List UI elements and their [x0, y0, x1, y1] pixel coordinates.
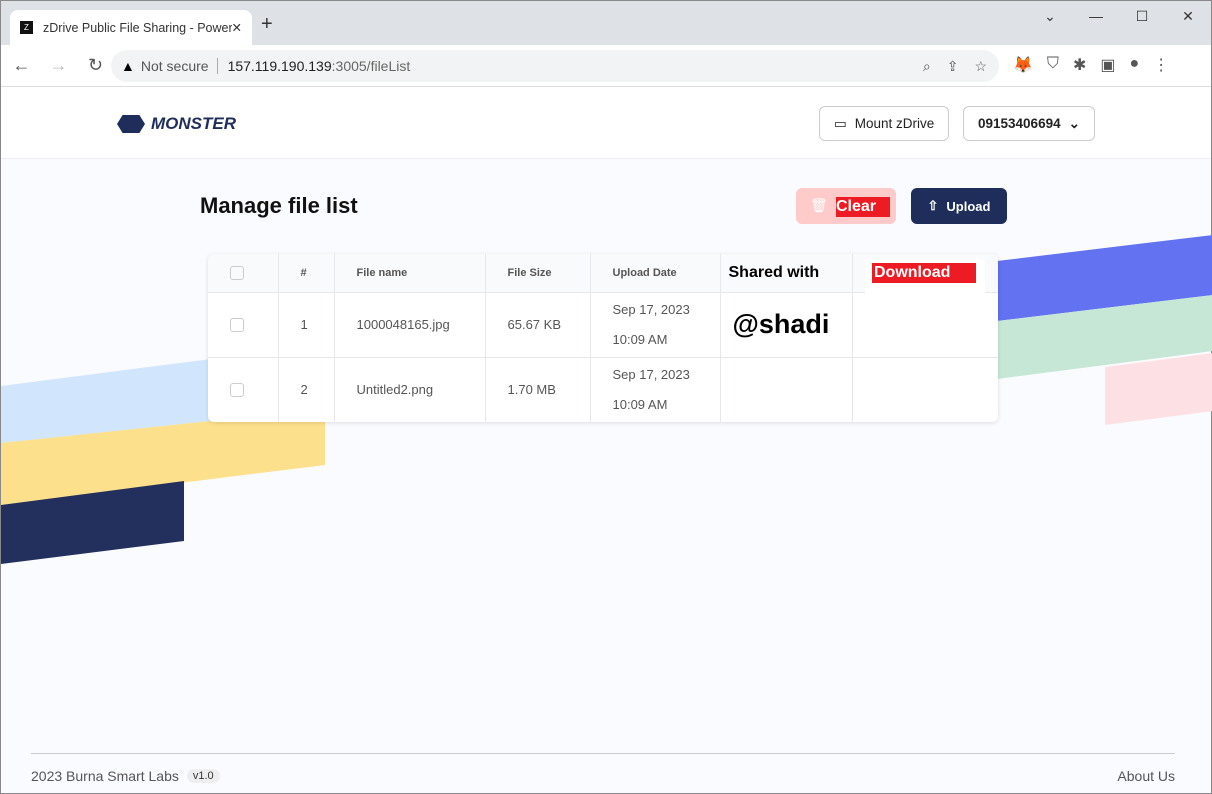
security-label: Not secure	[141, 58, 218, 74]
page-title: Manage file list	[200, 193, 358, 218]
col-number: #	[278, 254, 335, 293]
forward-icon[interactable]: →	[42, 55, 75, 76]
reload-icon[interactable]: ↻	[79, 55, 112, 76]
menu-icon[interactable]: ⋮	[1153, 55, 1169, 75]
table-row[interactable]: 2 Untitled2.png 1.70 MB Sep 17, 2023 10:0…	[208, 357, 998, 422]
row-checkbox[interactable]	[230, 318, 244, 333]
row-number: 1	[278, 292, 335, 358]
col-shared-with: Shared with	[720, 254, 853, 293]
back-icon[interactable]: ←	[5, 55, 38, 76]
tab-search-icon[interactable]: ⌄	[1027, 1, 1073, 31]
version-badge: v1.0	[186, 769, 220, 783]
bookmark-star-icon[interactable]: ☆	[974, 58, 987, 75]
tab-title: zDrive Public File Sharing - Powered	[43, 20, 232, 35]
account-label: 09153406694	[978, 116, 1061, 131]
zoom-icon[interactable]: ⌕	[923, 58, 931, 75]
select-all-checkbox[interactable]	[230, 265, 244, 280]
minimize-icon[interactable]: —	[1073, 1, 1119, 31]
warning-icon: ▲	[121, 58, 135, 74]
upload-icon: ⇧	[927, 198, 939, 213]
shield-extension-icon[interactable]: ⛉	[1047, 55, 1059, 75]
file-size: 1.70 MB	[485, 357, 591, 422]
upload-date: Sep 17, 2023	[612, 366, 690, 382]
logo-icon	[117, 115, 145, 133]
favicon: Z	[20, 21, 33, 34]
clear-label: Clear	[836, 197, 891, 217]
col-file-name[interactable]: File name	[334, 254, 486, 293]
browser-tab[interactable]: Z zDrive Public File Sharing - Powered ✕	[10, 10, 252, 45]
upload-date: Sep 17, 2023	[612, 301, 690, 317]
trash-icon: 🗑	[810, 197, 828, 213]
metamask-icon[interactable]: 🦊	[1013, 55, 1033, 75]
drive-icon: ▭	[834, 115, 847, 131]
footer: 2023 Burna Smart Labs v1.0 About Us	[31, 753, 1175, 784]
copyright: 2023 Burna Smart Labs	[31, 768, 179, 784]
side-panel-icon[interactable]: ▣	[1100, 55, 1115, 75]
close-window-icon[interactable]: ✕	[1165, 1, 1211, 31]
url-path: :3005/fileList	[331, 58, 411, 74]
mount-zdrive-button[interactable]: ▭ Mount zDrive	[819, 106, 950, 141]
address-bar: ← → ↻ ▲ Not secure 157.119.190.139:3005/…	[1, 45, 1211, 87]
maximize-icon[interactable]: ☐	[1119, 1, 1165, 31]
url-input[interactable]: ▲ Not secure 157.119.190.139:3005/fileLi…	[111, 50, 999, 82]
profile-avatar[interactable]: ●	[1129, 55, 1139, 75]
download-column: Download	[865, 259, 985, 357]
upload-time: 10:09 AM	[612, 331, 668, 347]
upload-time: 10:09 AM	[612, 396, 668, 412]
site-header: MONSTER ▭ Mount zDrive 09153406694 ⌄	[1, 87, 1211, 159]
account-dropdown[interactable]: 09153406694 ⌄	[963, 106, 1095, 141]
url-host: 157.119.190.139	[227, 58, 332, 74]
clear-button[interactable]: 🗑 Clear	[796, 188, 896, 224]
logo-text: MONSTER	[151, 114, 236, 133]
about-us-link[interactable]: About Us	[1117, 768, 1175, 784]
col-upload-date[interactable]: Upload Date	[590, 254, 721, 293]
col-download[interactable]: Download	[872, 263, 976, 283]
share-icon[interactable]: ⇪	[947, 58, 959, 75]
logo[interactable]: MONSTER	[117, 114, 236, 134]
mount-label: Mount zDrive	[854, 116, 935, 131]
row-checkbox[interactable]	[230, 383, 244, 398]
extensions-puzzle-icon[interactable]: ✱	[1073, 55, 1086, 75]
chevron-down-icon: ⌄	[1068, 115, 1080, 131]
col-file-size[interactable]: File Size	[485, 254, 591, 293]
shared-with: @shadi	[720, 292, 853, 358]
row-number: 2	[278, 357, 335, 422]
file-size: 65.67 KB	[485, 292, 591, 358]
file-name[interactable]: Untitled2.png	[334, 357, 486, 422]
upload-button[interactable]: ⇧ Upload	[911, 188, 1007, 224]
upload-label: Upload	[946, 198, 991, 214]
file-name[interactable]: 1000048165.jpg	[334, 292, 486, 358]
close-tab-icon[interactable]: ✕	[232, 20, 242, 35]
tab-bar: Z zDrive Public File Sharing - Powered ✕…	[1, 1, 1211, 45]
shared-with	[720, 357, 853, 422]
new-tab-icon[interactable]: +	[261, 13, 273, 36]
